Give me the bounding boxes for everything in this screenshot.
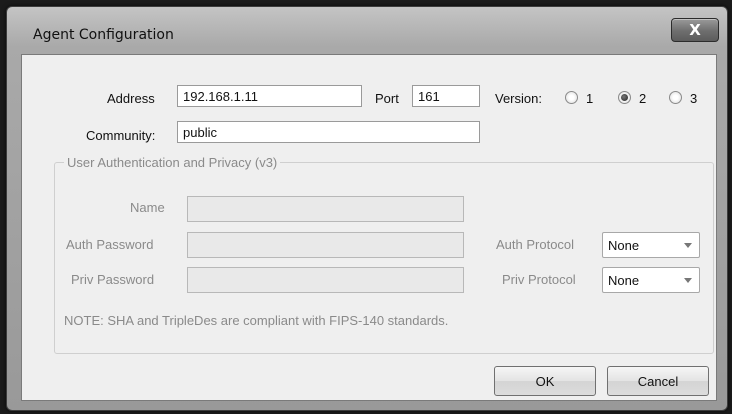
group-title: User Authentication and Privacy (v3): [64, 155, 281, 170]
ok-button[interactable]: OK: [494, 366, 596, 396]
version-label: Version:: [495, 91, 542, 106]
version-1-radio[interactable]: [565, 91, 578, 104]
priv-password-label: Priv Password: [71, 272, 155, 287]
name-input[interactable]: [187, 196, 464, 222]
chevron-down-icon: [684, 278, 692, 283]
version-2-label[interactable]: 2: [639, 91, 646, 106]
address-value: 192.168.1.11: [183, 89, 258, 104]
name-label: Name: [130, 200, 165, 215]
auth-protocol-value: None: [608, 238, 640, 253]
port-input[interactable]: 161: [412, 85, 480, 107]
auth-protocol-select[interactable]: None: [602, 232, 700, 258]
close-icon: X: [689, 21, 701, 39]
dialog-body: Address 192.168.1.11 Port 161 Version: 1…: [21, 54, 717, 401]
agent-configuration-dialog: Agent Configuration X Address 192.168.1.…: [6, 6, 728, 411]
priv-protocol-select[interactable]: None: [602, 267, 700, 293]
community-label: Community:: [86, 128, 156, 143]
priv-password-input[interactable]: [187, 267, 464, 293]
dialog-title: Agent Configuration: [33, 27, 174, 43]
auth-password-input[interactable]: [187, 232, 464, 258]
priv-protocol-label: Priv Protocol: [502, 272, 576, 287]
address-input[interactable]: 192.168.1.11: [177, 85, 362, 107]
priv-protocol-value: None: [608, 273, 640, 288]
title-bar[interactable]: Agent Configuration X: [7, 7, 727, 53]
version-3-label[interactable]: 3: [690, 91, 697, 106]
version-2-radio[interactable]: [618, 91, 631, 104]
auth-protocol-label: Auth Protocol: [496, 237, 575, 252]
community-value: public: [183, 125, 217, 140]
port-value: 161: [418, 89, 440, 104]
chevron-down-icon: [684, 243, 692, 248]
community-input[interactable]: public: [177, 121, 480, 143]
port-label: Port: [375, 91, 399, 106]
auth-password-label: Auth Password: [66, 237, 154, 252]
version-3-radio[interactable]: [669, 91, 682, 104]
close-button[interactable]: X: [671, 18, 719, 42]
cancel-button[interactable]: Cancel: [607, 366, 709, 396]
fips-note: NOTE: SHA and TripleDes are compliant wi…: [64, 313, 449, 328]
address-label: Address: [107, 91, 155, 106]
version-1-label[interactable]: 1: [586, 91, 593, 106]
